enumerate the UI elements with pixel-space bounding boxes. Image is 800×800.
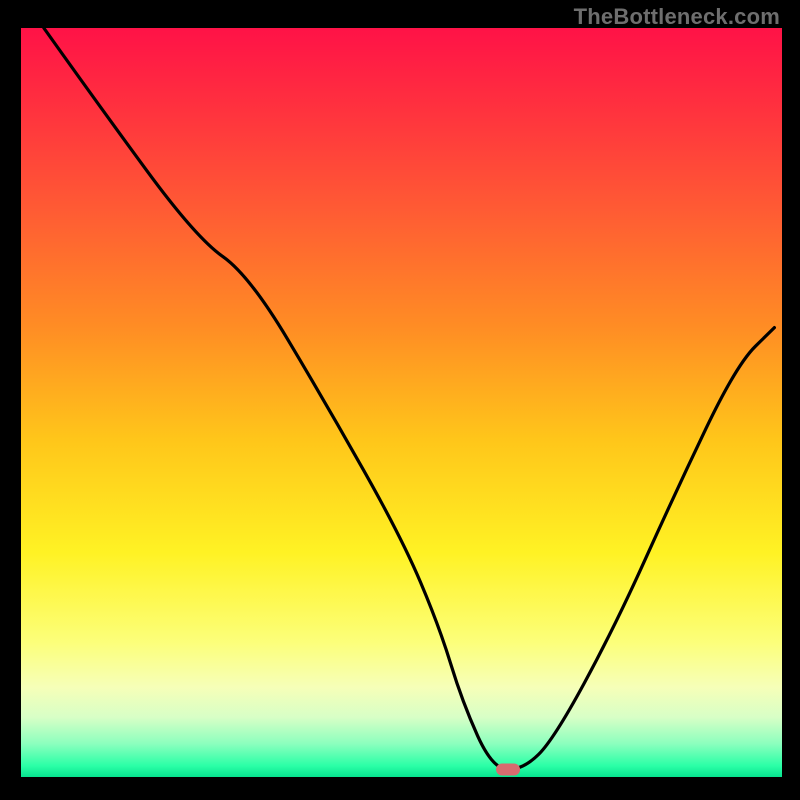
watermark-text: TheBottleneck.com [574, 4, 780, 30]
optimum-marker [496, 764, 520, 776]
chart-frame: TheBottleneck.com [0, 0, 800, 800]
gradient-background [21, 28, 782, 777]
bottleneck-chart [0, 0, 800, 800]
